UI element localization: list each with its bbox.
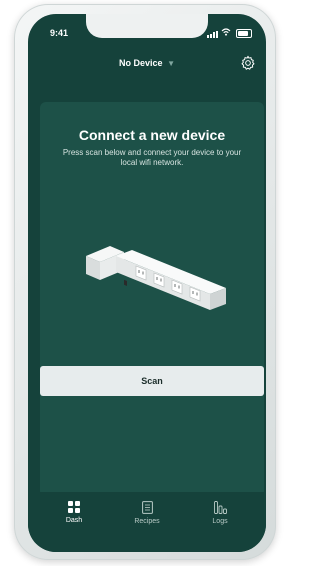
tab-label: Logs — [212, 518, 228, 525]
status-time: 9:41 — [50, 28, 69, 38]
document-icon — [141, 501, 153, 514]
power-strip-illustration — [86, 246, 226, 310]
tab-logs[interactable]: Logs — [190, 501, 250, 525]
chevron-down-icon: ▼ — [167, 59, 175, 68]
tab-label: Recipes — [134, 518, 160, 525]
grid-icon — [68, 501, 80, 513]
card-title: Connect a new device — [78, 127, 226, 143]
signal-icon — [207, 31, 218, 38]
tab-recipes[interactable]: Recipes — [117, 501, 177, 525]
bar-chart-icon — [213, 501, 227, 514]
status-icons — [207, 28, 252, 38]
notch — [86, 14, 208, 38]
tab-dash[interactable]: Dash — [44, 501, 104, 524]
battery-icon — [236, 29, 252, 38]
tab-bar: Dash Recipes Logs — [28, 492, 266, 552]
wifi-icon — [221, 28, 231, 38]
gear-icon[interactable] — [240, 55, 256, 71]
device-selector[interactable]: No Device ▼ — [28, 58, 266, 68]
app-screen: 9:41 No Device ▼ Connect a new device Pr… — [28, 14, 266, 552]
tab-label: Dash — [65, 517, 83, 524]
card-subtitle: Press scan below and connect your device… — [62, 148, 242, 167]
device-selector-label: No Device — [119, 58, 163, 68]
connect-device-card: Connect a new device Press scan below an… — [40, 102, 264, 497]
scan-button[interactable]: Scan — [40, 366, 264, 396]
